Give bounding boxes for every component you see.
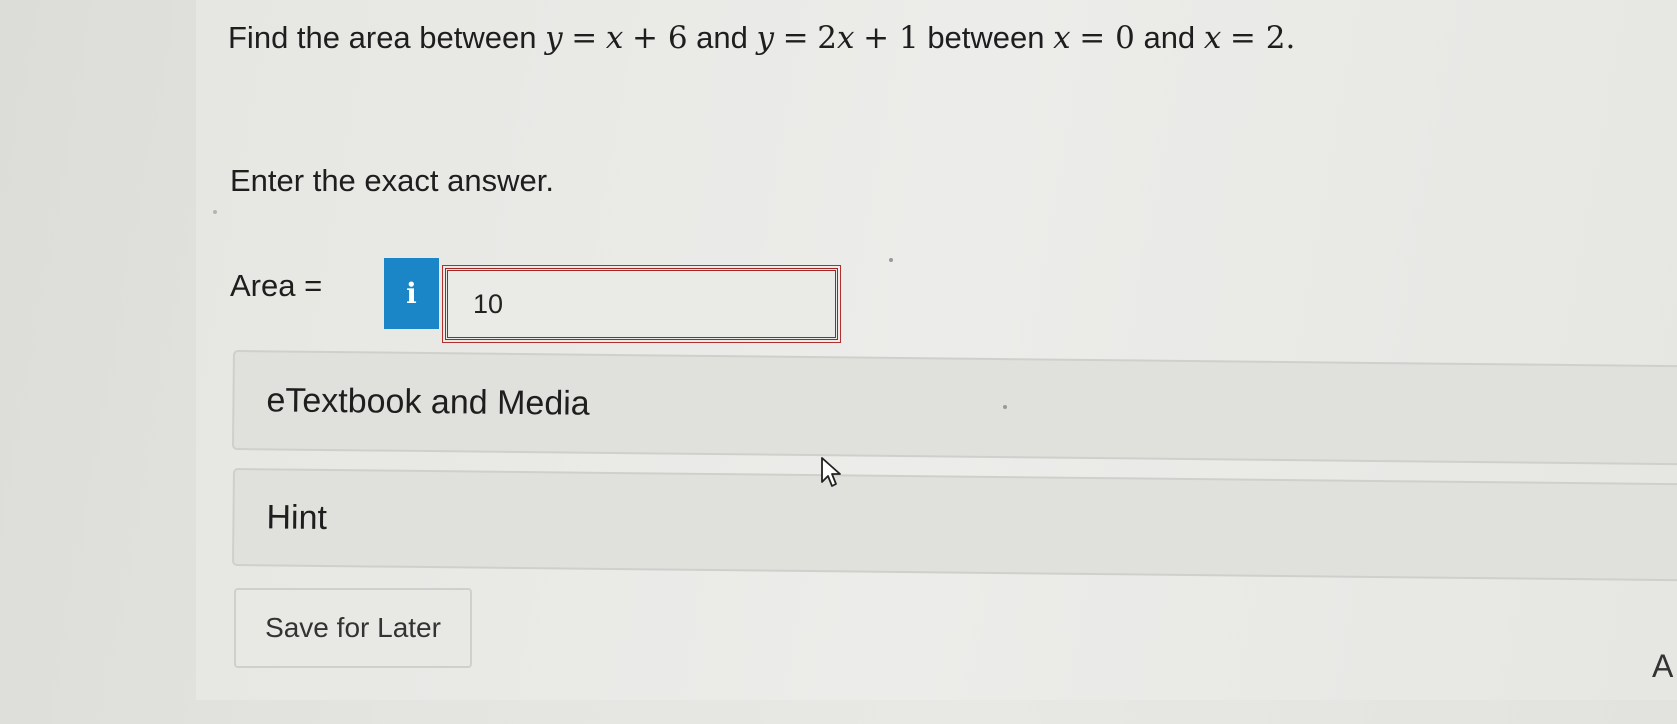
save-for-later-button[interactable]: Save for Later <box>234 588 472 668</box>
save-for-later-label: Save for Later <box>265 612 441 643</box>
etextbook-media-label: eTextbook and Media <box>266 380 590 423</box>
question-text: Find the area between y = x + 6 and y = … <box>228 20 1296 56</box>
instruction-text: Enter the exact answer. <box>230 163 554 198</box>
answer-value: 10 <box>473 288 504 319</box>
answer-input[interactable]: 10 <box>442 265 841 343</box>
speck <box>213 210 217 214</box>
info-icon: i <box>406 277 417 310</box>
hint-panel[interactable]: Hint <box>231 468 1677 582</box>
info-button[interactable]: i <box>384 258 439 329</box>
mouse-pointer-icon <box>821 457 841 487</box>
hint-label: Hint <box>266 497 328 537</box>
speck <box>889 258 893 262</box>
etextbook-media-panel[interactable]: eTextbook and Media <box>231 350 1677 466</box>
area-label: Area = <box>230 268 323 303</box>
edge-partial-text: A <box>1652 648 1674 684</box>
speck <box>1003 405 1007 409</box>
